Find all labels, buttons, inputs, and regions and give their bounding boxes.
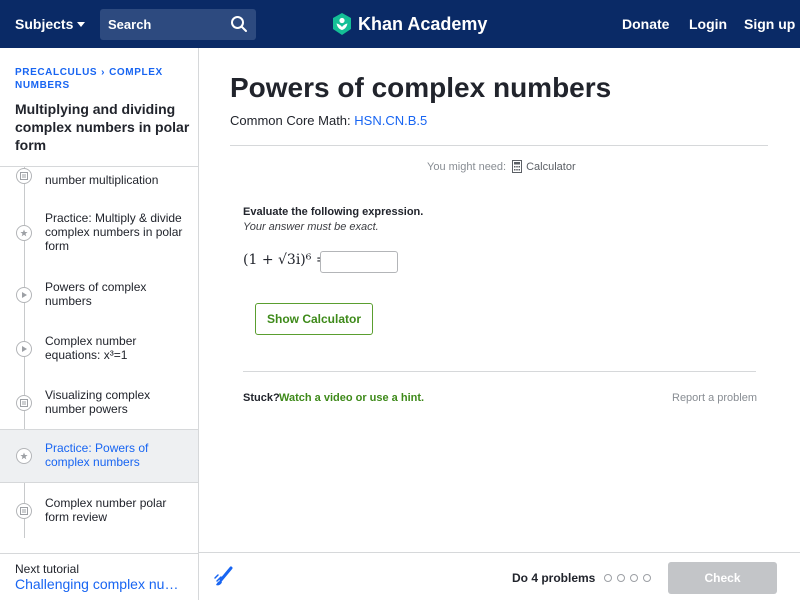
list-item-label: number multiplication (45, 173, 159, 187)
list-item-label: Practice: Powers of complex numbers (45, 441, 149, 469)
list-item[interactable]: Powers of complex numbers (0, 271, 198, 321)
next-tutorial[interactable]: Next tutorial Challenging complex numb… (0, 553, 198, 600)
divider (243, 371, 756, 372)
calculator-icon (512, 160, 523, 173)
signup-link[interactable]: Sign up (744, 16, 795, 32)
show-calculator-button[interactable]: Show Calculator (255, 303, 373, 335)
list-item-label: Complex number polar form review (45, 496, 167, 524)
question-prompt: Evaluate the following expression. (243, 206, 424, 218)
khan-academy-logo[interactable]: Khan Academy (332, 12, 487, 36)
next-tutorial-label: Next tutorial (15, 562, 80, 576)
check-button[interactable]: Check (668, 562, 777, 594)
search-label: Search (108, 17, 152, 32)
play-icon (16, 341, 32, 357)
hint-link[interactable]: Watch a video or use a hint. (279, 392, 424, 404)
top-nav-bar: Subjects Search Khan Academy Donate Logi… (0, 0, 800, 48)
you-might-need-label: You might need: (427, 160, 507, 173)
list-item[interactable]: number multiplication (0, 167, 198, 198)
list-item[interactable]: Complex number equations: x³=1 (0, 325, 198, 375)
search-icon (231, 16, 247, 32)
question-instruction: Your answer must be exact. (243, 221, 379, 233)
common-core-link[interactable]: HSN.CN.B.5 (354, 113, 427, 128)
subjects-menu[interactable]: Subjects (15, 16, 86, 32)
logo-text: Khan Academy (358, 13, 488, 34)
progress-dots (604, 574, 656, 582)
divider (230, 145, 768, 146)
list-item-label: Powers of complex numbers (45, 280, 147, 308)
khan-leaf-icon (333, 13, 351, 35)
common-core-line: Common Core Math: HSN.CN.B.5 (230, 113, 427, 128)
stuck-label: Stuck? (243, 392, 280, 404)
do-problems-label: Do 4 problems (512, 571, 596, 585)
article-icon (16, 395, 32, 411)
progress-dot (630, 574, 638, 582)
star-icon (16, 225, 32, 241)
tools-needed: You might need: Calculator (427, 160, 576, 173)
list-item-active[interactable]: Practice: Powers of complex numbers (0, 429, 198, 483)
list-item-label: Practice: Multiply & divide complex numb… (45, 211, 183, 253)
login-link[interactable]: Login (689, 16, 727, 32)
answer-input[interactable] (320, 251, 398, 273)
next-tutorial-link[interactable]: Challenging complex numb… (15, 576, 185, 592)
list-item[interactable]: Complex number polar form review (0, 487, 198, 537)
star-icon (16, 448, 32, 464)
article-icon (16, 168, 32, 184)
progress-dot (604, 574, 612, 582)
math-expression: (1 + √3i)⁶ = (243, 252, 328, 268)
play-icon (16, 287, 32, 303)
scratchpad-icon[interactable] (213, 566, 235, 588)
common-core-label: Common Core Math: (230, 113, 351, 128)
donate-link[interactable]: Donate (622, 16, 669, 32)
page-title: Powers of complex numbers (230, 72, 612, 103)
tutorial-list: number multiplication Practice: Multiply… (0, 166, 198, 538)
list-item[interactable]: Practice: Multiply & divide complex numb… (0, 205, 198, 259)
chevron-down-icon (77, 21, 86, 27)
report-problem-link[interactable]: Report a problem (672, 392, 757, 404)
breadcrumb-precalculus[interactable]: PRECALCULUS (15, 67, 97, 78)
breadcrumb: PRECALCULUS › COMPLEX NUMBERS (15, 66, 185, 92)
progress-dot (617, 574, 625, 582)
list-item-label: Complex number equations: x³=1 (45, 334, 137, 362)
subjects-label: Subjects (15, 16, 74, 32)
progress-dot (643, 574, 651, 582)
calculator-label: Calculator (526, 160, 576, 173)
search-input[interactable]: Search (100, 9, 256, 40)
list-item[interactable]: Visualizing complex number powers (0, 379, 198, 429)
list-item-label: Visualizing complex number powers (45, 388, 151, 416)
bottom-bar: Do 4 problems Check (199, 552, 800, 600)
chevron-right-icon: › (101, 67, 106, 78)
sidebar-title: Multiplying and dividing complex numbers… (15, 101, 190, 153)
article-icon (16, 503, 32, 519)
sidebar: PRECALCULUS › COMPLEX NUMBERS Multiplying … (0, 48, 199, 600)
